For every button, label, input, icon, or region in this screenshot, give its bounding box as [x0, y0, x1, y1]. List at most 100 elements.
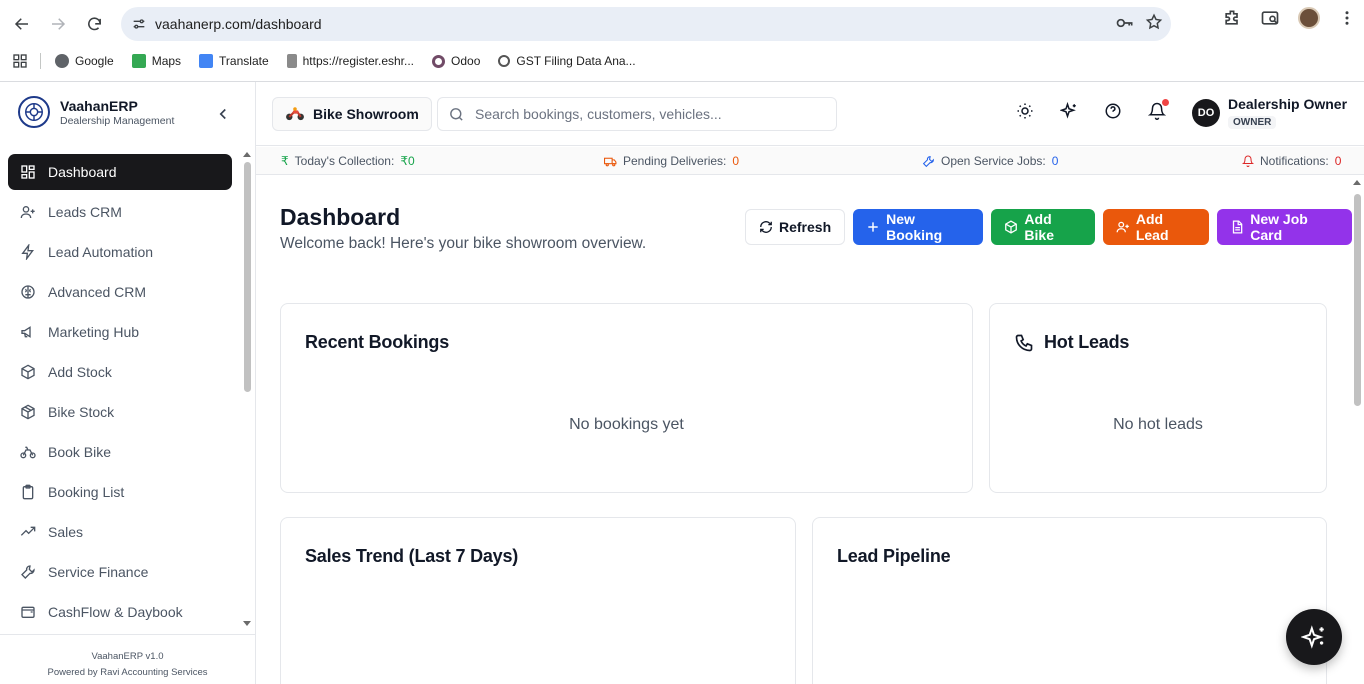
sales-trend-card: Sales Trend (Last 7 Days) — [280, 517, 796, 684]
sidebar-item-lead-automation[interactable]: Lead Automation — [8, 234, 232, 270]
button-label: Refresh — [779, 219, 832, 235]
file-text-icon — [1230, 220, 1244, 234]
stat-value: 0 — [1334, 154, 1342, 168]
bookmark-register[interactable]: https://register.eshr... — [286, 54, 414, 68]
forward-icon[interactable] — [44, 10, 72, 38]
sidebar-item-advanced-crm[interactable]: Advanced CRM — [8, 274, 232, 310]
card-title: Hot Leads — [1014, 332, 1129, 353]
main-scrollbar-thumb[interactable] — [1354, 194, 1361, 406]
empty-state: No bookings yet — [569, 416, 684, 433]
sidebar-item-book-bike[interactable]: Book Bike — [8, 434, 232, 470]
new-booking-button[interactable]: New Booking — [853, 209, 984, 245]
sidebar: VaahanERP Dealership Management Dashboar… — [0, 82, 256, 684]
site-info-icon[interactable] — [131, 16, 147, 32]
sidebar-item-label: Lead Automation — [48, 244, 154, 260]
sidebar-scroll-up-arrow[interactable] — [243, 152, 251, 157]
page-title: Dashboard — [280, 204, 401, 230]
button-label: New Booking — [886, 211, 943, 243]
ai-sparkles-icon[interactable] — [1060, 102, 1078, 120]
sidebar-item-label: Add Stock — [48, 364, 112, 380]
sidebar-item-add-stock[interactable]: Add Stock — [8, 354, 232, 390]
maps-icon — [131, 54, 146, 68]
sidebar-item-bike-stock[interactable]: Bike Stock — [8, 394, 232, 430]
store-selector[interactable]: Bike Showroom — [272, 97, 432, 131]
profile-avatar[interactable] — [1298, 7, 1320, 29]
sidebar-item-cashflow-daybook[interactable]: CashFlow & Daybook — [8, 594, 232, 630]
package-icon — [1004, 220, 1018, 234]
hot-leads-card: Hot Leads No hot leads — [989, 303, 1327, 493]
global-search[interactable] — [437, 97, 837, 131]
sidebar-item-dashboard[interactable]: Dashboard — [8, 154, 232, 190]
stat-value: 0 — [1051, 154, 1059, 168]
button-label: Add Bike — [1024, 211, 1054, 243]
url-text[interactable]: vaahanerp.com/dashboard — [155, 16, 322, 32]
browser-menu-icon[interactable] — [1338, 9, 1356, 27]
add-bike-button[interactable]: Add Bike — [991, 209, 1095, 245]
sidebar-item-sales[interactable]: Sales — [8, 514, 232, 550]
brand-name: VaahanERP — [60, 97, 138, 114]
bookmark-google[interactable]: Google — [55, 54, 114, 68]
bookmarks-divider — [40, 53, 41, 69]
collapse-sidebar-icon[interactable] — [214, 105, 232, 123]
stat-notifications: Notifications: 0 — [1242, 154, 1341, 168]
app-topbar: Bike Showroom DO Dealership Owner OWNER — [256, 82, 1364, 146]
main-scroll-up-arrow[interactable] — [1353, 180, 1361, 185]
bookmark-translate[interactable]: Translate — [199, 54, 269, 68]
bookmark-star-icon[interactable] — [1145, 13, 1163, 33]
reload-icon[interactable] — [80, 10, 108, 38]
sidebar-item-service-finance[interactable]: Service Finance — [8, 554, 232, 590]
sidebar-item-label: Sales — [48, 524, 84, 540]
help-icon[interactable] — [1104, 102, 1122, 120]
address-bar[interactable]: vaahanerp.com/dashboard — [121, 7, 1171, 41]
stat-todays-collection: ₹ Today's Collection: ₹0 — [281, 154, 415, 168]
card-title: Lead Pipeline — [837, 546, 951, 567]
search-icon — [448, 106, 465, 123]
sidebar-scroll-down-arrow[interactable] — [243, 621, 251, 626]
quick-stats-bar: ₹ Today's Collection: ₹0 Pending Deliver… — [256, 147, 1364, 175]
search-input[interactable] — [475, 106, 815, 122]
wallet-icon — [20, 604, 36, 620]
wrench-icon — [20, 564, 36, 580]
sidebar-item-booking-list[interactable]: Booking List — [8, 474, 232, 510]
password-key-icon[interactable] — [1115, 13, 1135, 33]
sidebar-item-marketing-hub[interactable]: Marketing Hub — [8, 314, 232, 350]
brand-logo — [18, 96, 50, 128]
ai-assistant-button[interactable] — [1286, 609, 1342, 665]
bookmark-odoo[interactable]: Odoo — [432, 54, 480, 68]
tab-search-icon[interactable] — [1260, 8, 1280, 28]
sparkles-icon — [1301, 624, 1327, 650]
bike-icon — [20, 444, 36, 460]
sidebar-item-label: Booking List — [48, 484, 125, 500]
card-title: Recent Bookings — [305, 332, 449, 353]
stat-pending-deliveries: Pending Deliveries: 0 — [604, 154, 739, 168]
notifications-bell-icon[interactable] — [1148, 99, 1169, 120]
brand[interactable]: VaahanERP Dealership Management — [18, 96, 174, 128]
brain-icon — [20, 284, 36, 300]
motorbike-icon — [285, 106, 305, 122]
main-scrollbar[interactable] — [1352, 176, 1364, 684]
sidebar-scrollbar-thumb[interactable] — [244, 162, 251, 392]
button-label: Add Lead — [1135, 211, 1169, 243]
bookmark-maps[interactable]: Maps — [131, 54, 181, 68]
apps-grid-icon[interactable] — [12, 53, 28, 69]
stat-open-service-jobs: Open Service Jobs: 0 — [922, 154, 1058, 168]
sidebar-item-label: CashFlow & Daybook — [48, 604, 183, 620]
back-icon[interactable] — [8, 10, 36, 38]
sidebar-item-leads-crm[interactable]: Leads CRM — [8, 194, 232, 230]
dashboard-grid-icon — [20, 164, 36, 180]
card-title-text: Recent Bookings — [305, 332, 450, 352]
refresh-button[interactable]: Refresh — [745, 209, 846, 245]
browser-toolbar: vaahanerp.com/dashboard — [0, 0, 1364, 48]
add-lead-button[interactable]: Add Lead — [1102, 209, 1210, 245]
user-menu[interactable]: DO Dealership Owner OWNER — [1192, 96, 1347, 130]
theme-toggle-sun-icon[interactable] — [1016, 102, 1034, 120]
new-job-card-button[interactable]: New Job Card — [1217, 209, 1352, 245]
wrench-icon — [922, 155, 935, 168]
extensions-icon[interactable] — [1222, 8, 1242, 28]
stat-label: Today's Collection: — [294, 154, 395, 168]
quick-actions: Refresh New Booking Add Bike Add Lead Ne… — [745, 209, 1352, 245]
user-role-badge: OWNER — [1228, 116, 1277, 129]
bookmark-label: Odoo — [451, 54, 481, 68]
sidebar-item-label: Bike Stock — [48, 404, 115, 420]
bookmark-gst[interactable]: GST Filing Data Ana... — [498, 54, 636, 68]
